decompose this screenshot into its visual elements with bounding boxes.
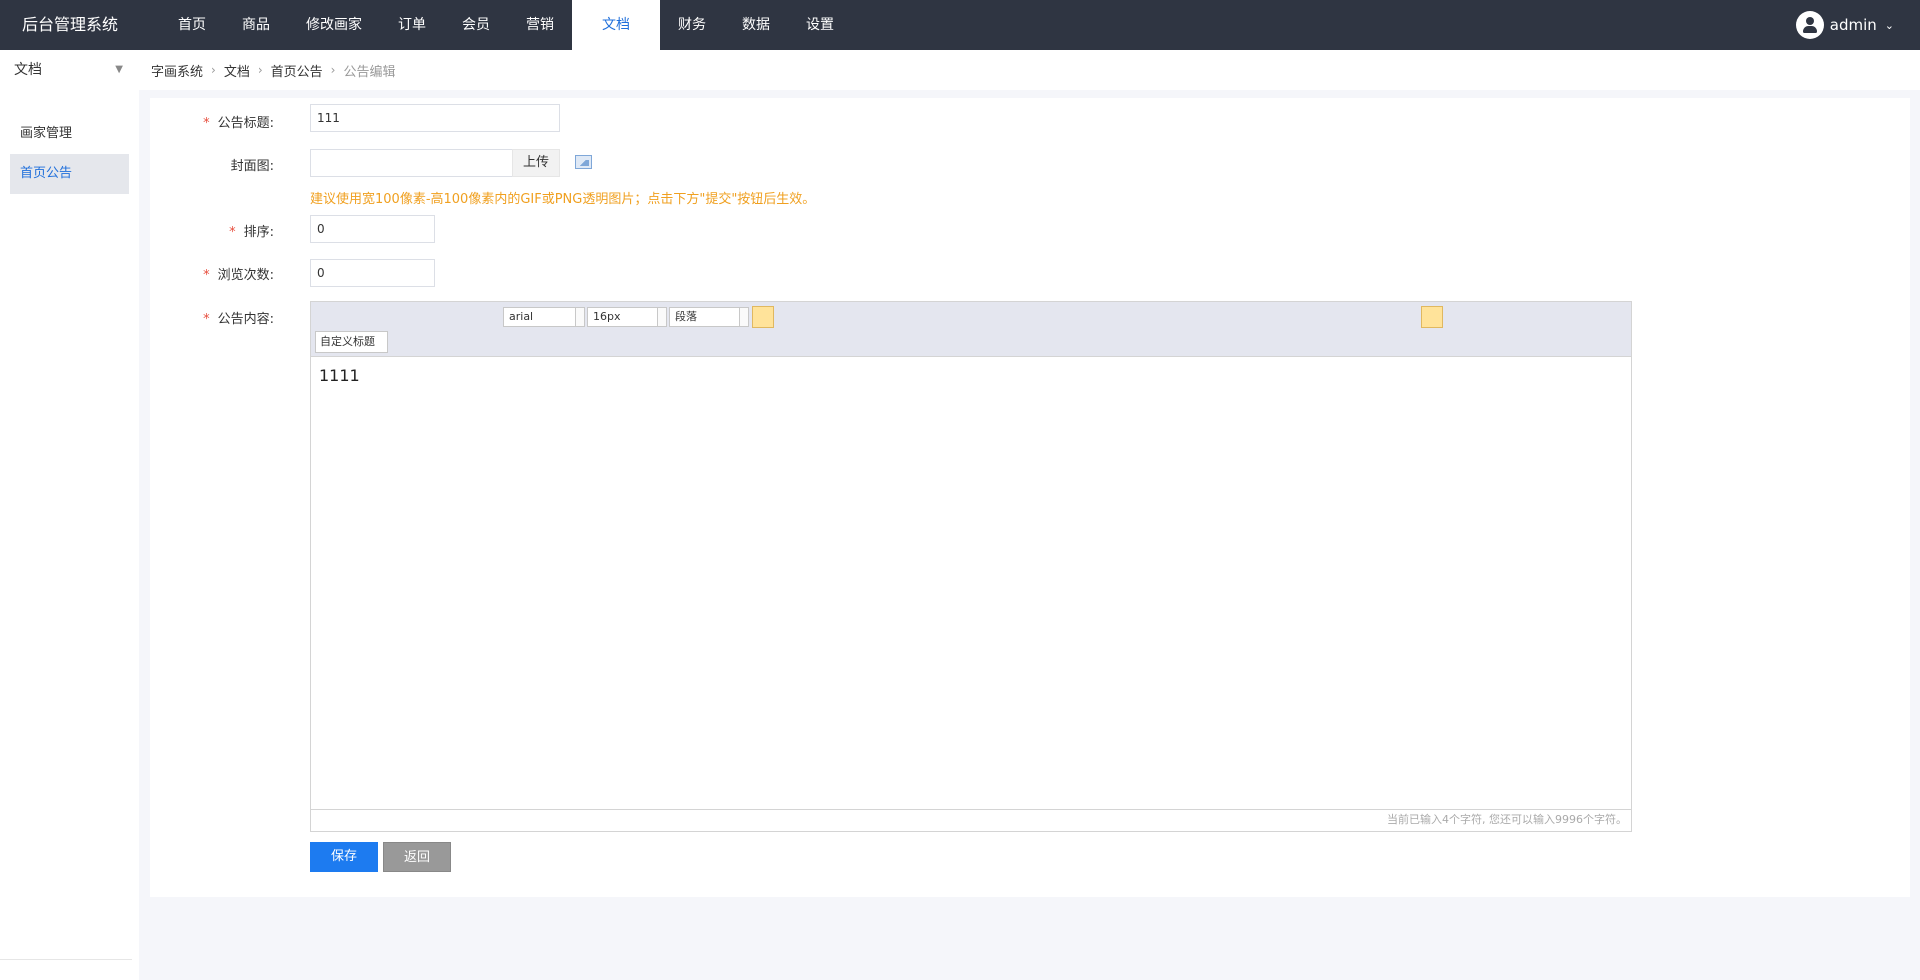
user-name: admin <box>1829 16 1877 34</box>
nav-item-members[interactable]: 会员 <box>444 0 508 50</box>
nav-item-settings[interactable]: 设置 <box>788 0 852 50</box>
nav-item-orders[interactable]: 订单 <box>380 0 444 50</box>
image-preview-icon[interactable] <box>575 155 592 169</box>
nav-item-docs[interactable]: 文档 <box>572 0 660 50</box>
user-icon <box>1795 11 1824 39</box>
background-color-icon[interactable] <box>1421 306 1443 328</box>
chevron-right-icon: › <box>330 63 336 77</box>
content-label: * 公告内容: <box>203 312 274 327</box>
upload-button[interactable]: 上传 <box>512 149 560 177</box>
caret-down-icon: ▼ <box>115 64 123 75</box>
sidebar: 文档 ▼ 画家管理 首页公告 <box>0 50 139 980</box>
editor-content[interactable]: 1111 <box>319 366 360 385</box>
main-nav: 首页 商品 修改画家 订单 会员 营销 文档 财务 数据 设置 <box>160 0 852 50</box>
sidebar-item-painters[interactable]: 画家管理 <box>10 114 129 154</box>
highlight-color-icon[interactable] <box>752 306 774 328</box>
breadcrumb-item[interactable]: 首页公告 <box>271 61 323 80</box>
app-title: 后台管理系统 <box>22 15 119 34</box>
nav-item-finance[interactable]: 财务 <box>660 0 724 50</box>
char-counter: 当前已输入4个字符, 您还可以输入9996个字符。 <box>311 809 1631 831</box>
dropdown-arrow-icon <box>739 308 748 326</box>
views-input[interactable]: 0 <box>310 259 435 287</box>
save-button[interactable]: 保存 <box>310 842 378 872</box>
required-mark: * <box>203 116 210 131</box>
breadcrumb-item[interactable]: 文档 <box>224 61 250 80</box>
nav-item-home[interactable]: 首页 <box>160 0 224 50</box>
font-family-select[interactable]: arial <box>503 307 585 327</box>
chevron-right-icon: › <box>211 63 216 77</box>
sidebar-divider <box>0 959 132 960</box>
breadcrumb-item[interactable]: 字画系统 <box>151 61 203 80</box>
required-mark: * <box>203 312 210 327</box>
nav-item-goods[interactable]: 商品 <box>224 0 288 50</box>
back-button[interactable]: 返回 <box>383 842 451 872</box>
views-label: * 浏览次数: <box>203 268 274 283</box>
dropdown-arrow-icon <box>575 308 584 326</box>
font-size-select[interactable]: 16px <box>587 307 667 327</box>
nav-item-painters[interactable]: 修改画家 <box>288 0 380 50</box>
cover-input[interactable] <box>310 149 513 177</box>
rich-text-editor: arial 16px 段落 自定义标题 1111 当前已输入4个字符, 您还可以… <box>310 301 1632 832</box>
chevron-down-icon: ⌄ <box>1884 18 1894 32</box>
custom-title-select[interactable]: 自定义标题 <box>315 331 388 353</box>
sidebar-module-value: 文档 <box>14 62 42 78</box>
nav-item-marketing[interactable]: 营销 <box>508 0 572 50</box>
paragraph-select[interactable]: 段落 <box>669 307 749 327</box>
dropdown-arrow-icon <box>657 308 666 326</box>
required-mark: * <box>203 268 210 283</box>
user-menu[interactable]: admin ⌄ <box>1795 0 1894 50</box>
title-input[interactable]: 111 <box>310 104 560 132</box>
nav-item-data[interactable]: 数据 <box>724 0 788 50</box>
cover-hint: 建议使用宽100像素-高100像素内的GIF或PNG透明图片；点击下方"提交"按… <box>310 192 816 207</box>
sidebar-module-select[interactable]: 文档 ▼ <box>0 50 139 90</box>
top-navbar: 后台管理系统 首页 商品 修改画家 订单 会员 营销 文档 财务 数据 设置 a… <box>0 0 1920 50</box>
sidebar-item-announcements[interactable]: 首页公告 <box>10 154 129 194</box>
breadcrumb: 字画系统 › 文档 › 首页公告 › 公告编辑 <box>139 50 1920 90</box>
sort-label: * 排序: <box>229 225 274 240</box>
chevron-right-icon: › <box>257 63 263 77</box>
title-label: * 公告标题: <box>203 116 274 131</box>
cover-label: 封面图: <box>230 159 274 174</box>
sort-input[interactable]: 0 <box>310 215 435 243</box>
breadcrumb-current: 公告编辑 <box>343 64 396 80</box>
editor-toolbar: arial 16px 段落 自定义标题 <box>311 302 1631 357</box>
sidebar-menu: 画家管理 首页公告 <box>0 114 139 194</box>
required-mark: * <box>229 225 236 240</box>
edit-form: * 公告标题: 111 封面图: 上传 建议使用宽100像素-高100像素内的GI… <box>150 98 1910 897</box>
